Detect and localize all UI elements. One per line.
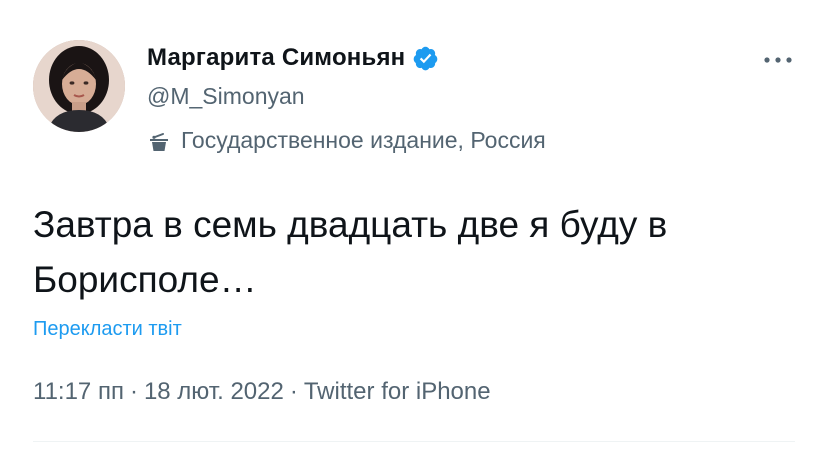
podium-icon bbox=[147, 129, 171, 153]
state-media-label[interactable]: Государственное издание, Россия bbox=[147, 127, 546, 154]
separator-dot: · bbox=[129, 378, 138, 405]
avatar[interactable] bbox=[33, 40, 125, 132]
avatar-portrait-icon bbox=[33, 40, 125, 132]
display-name[interactable]: Маргарита Симоньян bbox=[147, 44, 405, 72]
verified-badge-icon bbox=[412, 45, 439, 72]
tweet-date[interactable]: 18 лют. 2022 bbox=[144, 378, 284, 405]
translate-tweet-link[interactable]: Перекласти твіт bbox=[33, 318, 182, 341]
divider bbox=[33, 441, 795, 442]
author-handle[interactable]: @M_Simonyan bbox=[147, 83, 305, 110]
state-media-label-text: Государственное издание, Россия bbox=[181, 127, 546, 153]
author-name-row[interactable]: Маргарита Симоньян bbox=[147, 40, 439, 76]
tweet-time[interactable]: 11:17 пп bbox=[33, 378, 124, 405]
tweet-card: Маргарита Симоньян @M_Simonyan Государст… bbox=[0, 0, 828, 451]
tweet-text: Завтра в семь двадцать две я буду в Бори… bbox=[33, 204, 668, 300]
tweet-metadata: 11:17 пп · 18 лют. 2022 · Twitter for iPhone bbox=[33, 378, 491, 406]
tweet-source[interactable]: Twitter for iPhone bbox=[304, 378, 491, 405]
separator-dot: · bbox=[289, 378, 298, 405]
more-horizontal-icon[interactable] bbox=[763, 53, 793, 67]
